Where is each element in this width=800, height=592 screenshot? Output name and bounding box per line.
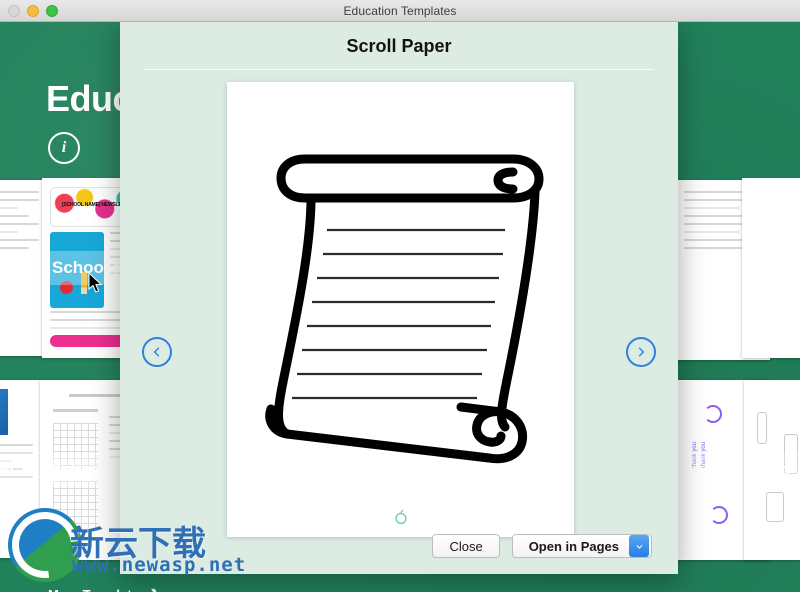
open-in-pages-button[interactable]: Open in Pages <box>511 534 652 558</box>
window-titlebar: Education Templates <box>0 0 800 22</box>
dialog-footer: Close Open in Pages <box>120 518 678 574</box>
template-preview-dialog: Scroll Paper Close Open in Pages <box>120 22 678 574</box>
chevron-left-icon <box>153 347 160 357</box>
next-template-button[interactable] <box>626 337 656 367</box>
thumb-content <box>53 480 99 528</box>
template-thumb[interactable]: er 1 <box>0 380 40 558</box>
template-label: p <box>0 251 46 285</box>
open-in-pages-label: Open in Pages <box>528 538 619 554</box>
template-label: Thank You Card <box>742 251 800 285</box>
template-thumb[interactable]: Thank You Card <box>742 178 800 358</box>
thumb-content <box>53 408 99 416</box>
chevron-down-icon <box>636 544 642 549</box>
more-templates-link[interactable]: More Templates ❯ <box>48 587 161 592</box>
template-preview[interactable] <box>227 82 574 537</box>
window-controls[interactable] <box>8 5 58 17</box>
zoom-window-button[interactable] <box>46 5 58 17</box>
dialog-body <box>120 82 678 537</box>
close-button[interactable]: Close <box>432 534 500 558</box>
info-icon[interactable]: i <box>48 132 80 164</box>
minimize-window-button[interactable] <box>27 5 39 17</box>
swirl-icon <box>704 405 723 424</box>
template-thumb[interactable]: Thin <box>744 380 800 560</box>
template-label: er 1 <box>0 452 40 486</box>
mouse-cursor <box>88 272 103 293</box>
template-label: Thin <box>744 453 800 487</box>
thumb-content <box>0 388 9 436</box>
template-thumb[interactable]: p <box>0 180 46 356</box>
thumb-content <box>0 190 39 255</box>
open-options-caret[interactable] <box>629 535 649 557</box>
window-title: Education Templates <box>343 3 457 18</box>
scroll-paper-illustration <box>265 154 544 464</box>
previous-template-button[interactable] <box>142 337 172 367</box>
swirl-icon <box>709 506 728 524</box>
chevron-right-icon <box>638 347 645 357</box>
close-window-button[interactable] <box>8 5 20 17</box>
dialog-title: Scroll Paper <box>346 36 452 56</box>
divider <box>144 69 654 70</box>
